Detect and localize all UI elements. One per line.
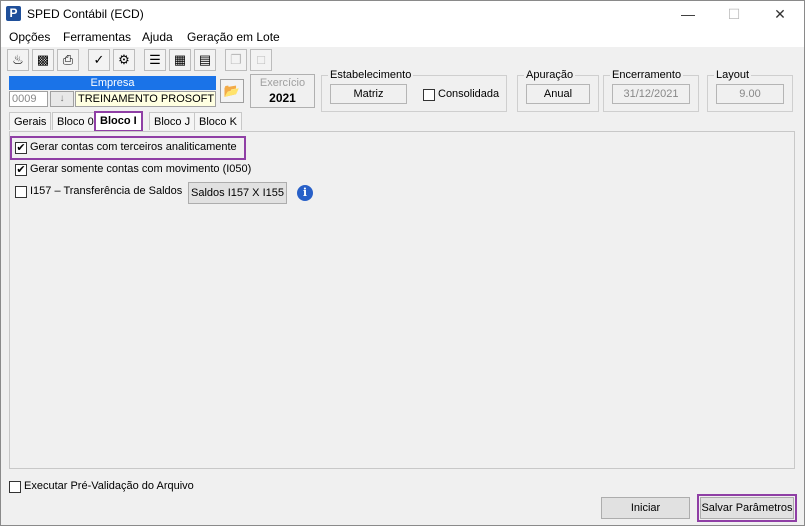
- layout-group: Layout 9.00: [707, 68, 793, 112]
- disabled-icon[interactable]: □: [250, 49, 272, 71]
- check-icon[interactable]: ✓: [88, 49, 110, 71]
- saldos-button[interactable]: Saldos I157 X I155: [188, 182, 287, 204]
- close-button[interactable]: ✕: [757, 1, 803, 27]
- empresa-name-field: TREINAMENTO PROSOFT: [75, 91, 216, 107]
- apuracao-field: Anual: [526, 84, 590, 104]
- export-icon[interactable]: ⚙: [113, 49, 135, 71]
- movimento-checkbox[interactable]: ✔: [15, 164, 27, 176]
- layout-legend: Layout: [714, 68, 752, 82]
- encerramento-legend: Encerramento: [610, 68, 684, 82]
- app-icon: P: [6, 6, 21, 21]
- i157-checkbox[interactable]: [15, 186, 27, 198]
- copy-icon[interactable]: ❐: [225, 49, 247, 71]
- tab-bloco-0[interactable]: Bloco 0: [52, 112, 99, 130]
- tab-bloco-k[interactable]: Bloco K: [194, 112, 242, 130]
- document-icon[interactable]: ▤: [194, 49, 216, 71]
- tab-bloco-j[interactable]: Bloco J: [149, 112, 196, 130]
- movimento-label: Gerar somente contas com movimento (I050…: [30, 163, 252, 175]
- import-icon[interactable]: ▩: [32, 49, 54, 71]
- tab-gerais[interactable]: Gerais: [9, 112, 52, 130]
- layout-field: 9.00: [716, 84, 784, 104]
- exercicio-label: Exercício: [259, 77, 306, 89]
- estabelecimento-legend: Estabelecimento: [328, 68, 414, 82]
- minimize-button[interactable]: —: [665, 1, 711, 27]
- empresa-header: Empresa: [9, 76, 216, 90]
- empresa-selector: Empresa 0009 ↓ TREINAMENTO PROSOFT: [9, 76, 216, 107]
- empresa-code-input[interactable]: 0009: [9, 91, 48, 107]
- encerramento-field: 31/12/2021: [612, 84, 690, 104]
- salvar-parametros-button[interactable]: Salvar Parâmetros: [700, 497, 794, 519]
- print-icon[interactable]: ⎙: [57, 49, 79, 71]
- consolidada-checkbox[interactable]: [423, 89, 435, 101]
- estabelecimento-field: Matriz: [330, 84, 407, 104]
- iniciar-button[interactable]: Iniciar: [601, 497, 690, 519]
- empresa-lookup-button[interactable]: ↓: [50, 91, 74, 107]
- pre-validacao-checkbox[interactable]: [9, 481, 21, 493]
- menu-geracao-lote[interactable]: Geração em Lote: [187, 30, 280, 44]
- pre-validacao-label: Executar Pré-Validação do Arquivo: [24, 480, 194, 492]
- maximize-button[interactable]: ☐: [711, 1, 757, 27]
- title-bar: P SPED Contábil (ECD) — ☐ ✕: [1, 1, 804, 27]
- info-icon[interactable]: i: [297, 185, 313, 201]
- estabelecimento-group: Estabelecimento Matriz Consolidada: [321, 68, 507, 112]
- i157-label: I157 – Transferência de Saldos: [30, 185, 183, 197]
- report-icon[interactable]: ▦: [169, 49, 191, 71]
- exercicio-box: Exercício 2021: [250, 74, 315, 108]
- window-title: SPED Contábil (ECD): [27, 7, 144, 21]
- encerramento-group: Encerramento 31/12/2021: [603, 68, 699, 112]
- open-icon[interactable]: ♨: [7, 49, 29, 71]
- main-window: P SPED Contábil (ECD) — ☐ ✕ Opções Ferra…: [0, 0, 805, 526]
- menu-ferramentas[interactable]: Ferramentas: [63, 30, 131, 44]
- validate-icon[interactable]: ☰: [144, 49, 166, 71]
- consolidada-label: Consolidada: [438, 88, 500, 100]
- bloco-i-panel: ✔ Gerar contas com terceiros analiticame…: [9, 131, 795, 469]
- terceiros-label: Gerar contas com terceiros analiticament…: [30, 141, 237, 153]
- tab-bloco-i[interactable]: Bloco I: [94, 111, 143, 132]
- menu-opcoes[interactable]: Opções: [9, 30, 50, 44]
- apuracao-group: Apuração Anual: [517, 68, 599, 112]
- exercicio-value: 2021: [269, 91, 296, 105]
- apuracao-legend: Apuração: [524, 68, 576, 82]
- folder-open-icon[interactable]: 📂: [220, 79, 244, 103]
- menu-bar: Opções Ferramentas Ajuda Geração em Lote: [1, 27, 804, 47]
- terceiros-checkbox[interactable]: ✔: [15, 142, 27, 154]
- menu-ajuda[interactable]: Ajuda: [142, 30, 173, 44]
